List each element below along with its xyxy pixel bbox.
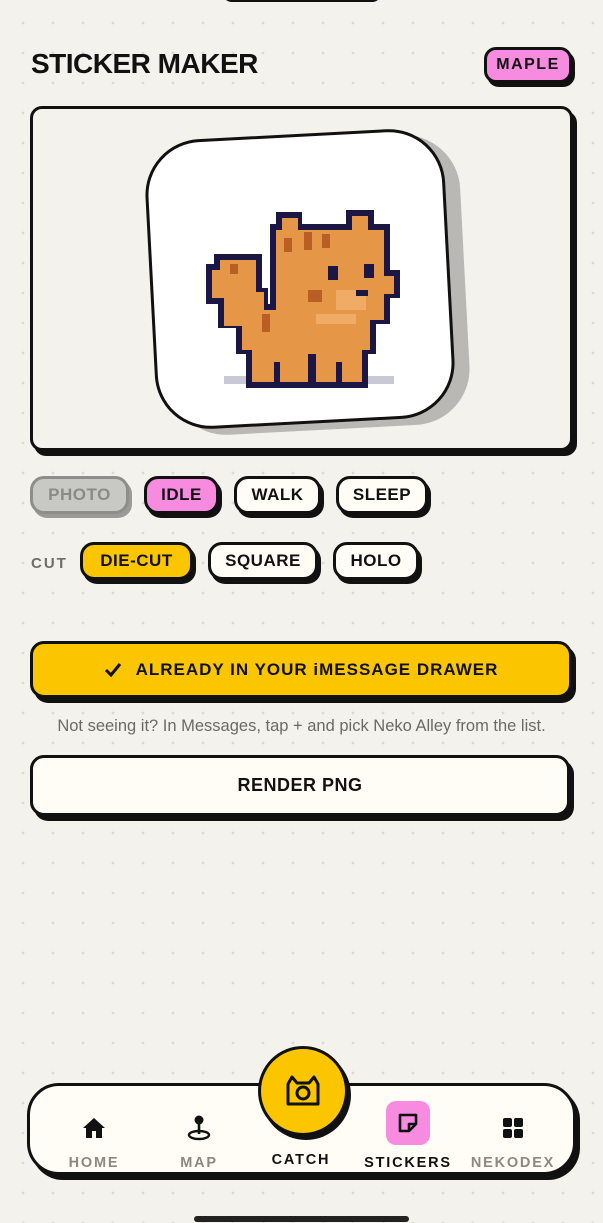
imessage-hint-text: Not seeing it? In Messages, tap + and pi… [57,717,546,735]
device-notch [222,0,382,2]
tab-map-label: MAP [180,1155,218,1171]
checkmark-icon [104,662,121,677]
tab-home-label: HOME [68,1155,120,1171]
map-pin-icon [187,1115,211,1141]
pose-sleep-button[interactable]: SLEEP [336,476,428,514]
sticker-icon [398,1113,418,1133]
tab-stickers[interactable]: STICKERS [358,1086,458,1172]
cut-die-cut-button[interactable]: DIE-CUT [80,542,193,580]
tab-map[interactable]: MAP [149,1086,249,1172]
imessage-drawer-button[interactable]: ALREADY IN YOUR iMESSAGE DRAWER [30,641,572,698]
grid-icon [503,1118,523,1138]
render-png-button[interactable]: RENDER PNG [30,755,570,816]
tab-stickers-label: STICKERS [364,1155,452,1171]
camera-cat-icon [286,1075,320,1106]
pixel-cat-sticker-image [206,210,400,388]
tab-stickers-highlight [386,1101,430,1145]
home-icon [83,1118,105,1138]
pose-walk-button[interactable]: WALK [234,476,321,514]
imessage-drawer-label: ALREADY IN YOUR iMESSAGE DRAWER [135,659,499,679]
tab-nekodex[interactable]: NEKODEX [463,1086,563,1172]
cut-label: CUT [31,555,68,572]
cat-name-badge[interactable]: MAPLE [484,47,572,83]
cut-square-button[interactable]: SQUARE [208,542,318,580]
pose-idle-button[interactable]: IDLE [144,476,219,514]
catch-button[interactable] [258,1046,348,1136]
tab-nekodex-label: NEKODEX [470,1155,556,1171]
tab-catch-label: CATCH [271,1152,331,1168]
home-indicator [194,1216,409,1222]
cut-holo-button[interactable]: HOLO [333,542,419,580]
pose-photo-button[interactable]: PHOTO [30,476,129,514]
page-title: STICKER MAKER [31,48,258,79]
tab-home[interactable]: HOME [44,1086,144,1172]
